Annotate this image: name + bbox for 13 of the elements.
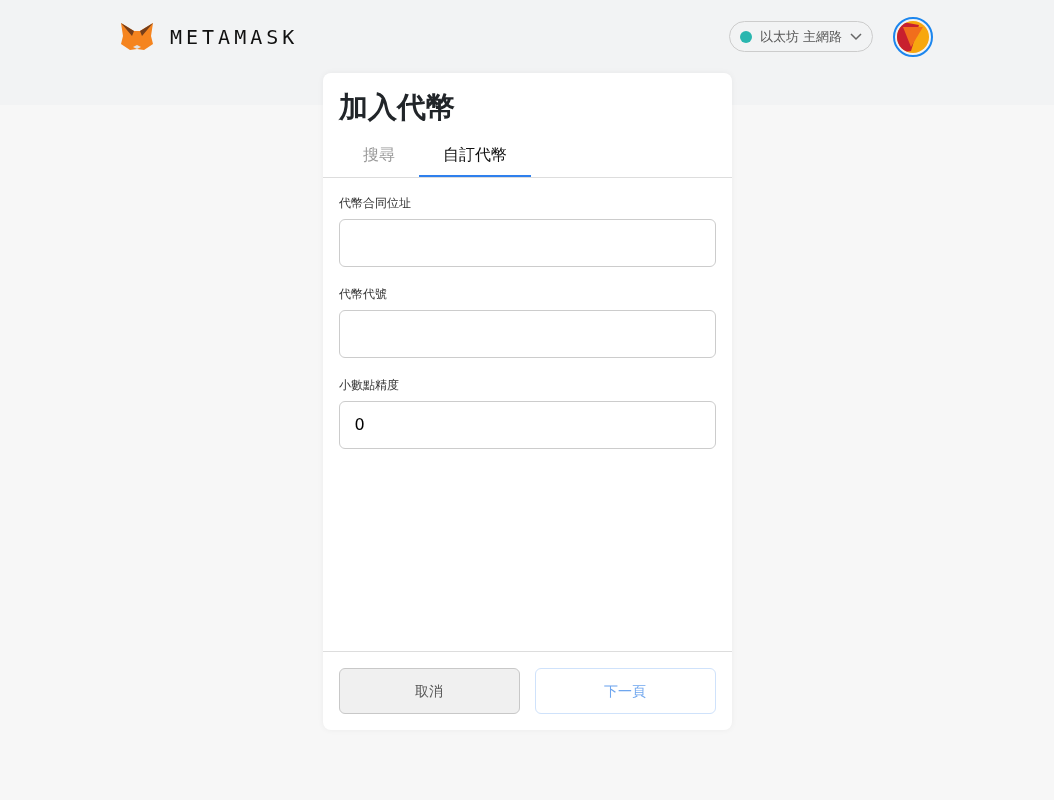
field-label: 代幣代號 [338, 285, 388, 303]
tab[interactable]: 自訂代幣 [418, 136, 531, 177]
dialog-title: 加入代幣 [337, 89, 456, 125]
input-field[interactable] [338, 218, 716, 267]
caret-icon [850, 32, 862, 41]
cancel-button[interactable]: 取消 [338, 668, 520, 714]
fox-logo-icon [120, 21, 154, 52]
field-label: 代幣合同位址 [338, 194, 412, 212]
account-avatar[interactable] [893, 16, 933, 57]
logo-text: METAMASK [170, 23, 299, 51]
input-field[interactable] [338, 309, 716, 358]
input-field[interactable]: 0 [338, 400, 716, 449]
field-label: 小數點精度 [338, 376, 400, 394]
